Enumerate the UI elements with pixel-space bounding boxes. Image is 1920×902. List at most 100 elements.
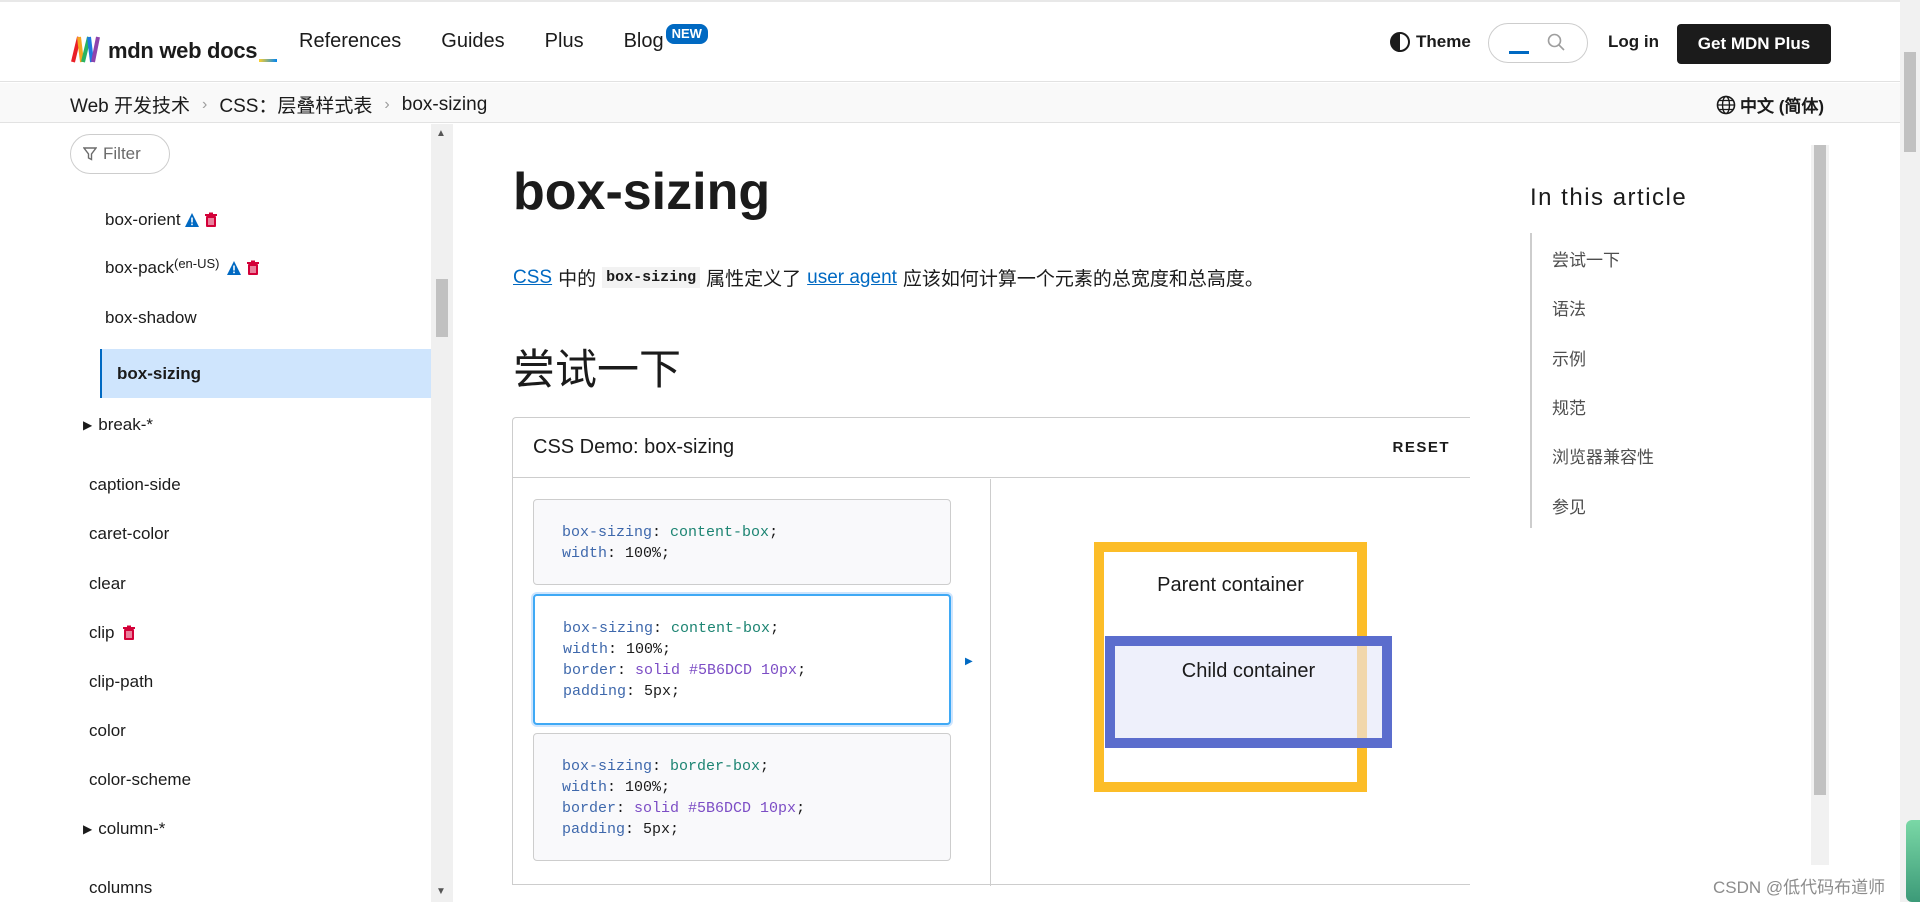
sidebar-item-caret-color[interactable]: caret-color [89,524,169,544]
code-value: 5px [644,683,672,700]
inline-code: box-sizing [602,267,701,288]
sidebar-item-break[interactable]: ▶ break-* [83,415,153,435]
nav-references[interactable]: References [299,30,401,53]
sidebar-item-caption-side[interactable]: caption-side [89,475,181,495]
code-example-selected[interactable]: box-sizing: content-box; width: 100%; bo… [533,594,951,725]
toc-item-syntax[interactable]: 语法 [1552,295,1586,320]
sidebar-item-box-shadow[interactable]: box-shadow [105,308,197,328]
toc-item-browser-compat[interactable]: 浏览器兼容性 [1552,443,1654,468]
code-value: 5px [643,821,671,838]
toc-item-see-also[interactable]: 参见 [1552,493,1586,518]
user-agent-link[interactable]: user agent [807,267,897,289]
lead-text: 应该如何计算一个元素的总宽度和总高度。 [902,269,1264,290]
code-prop: border [563,662,618,679]
sidebar-item-locale: (en-US) [173,255,220,271]
code-line: padding: 5px; [563,683,681,700]
get-mdn-plus-button[interactable]: Get MDN Plus [1677,24,1831,64]
content-scrollbar[interactable] [1811,145,1829,865]
sidebar-item-clip[interactable]: clip [89,623,137,643]
sidebar-item-label: break-* [98,415,154,434]
code-line: width: 100%; [563,641,672,658]
nav-guides[interactable]: Guides [441,30,504,53]
code-example[interactable]: box-sizing: content-box; width: 100%; [533,499,951,585]
breadcrumb-web[interactable]: Web 开发技术 [70,91,190,118]
sidebar-item-label: caret-color [89,524,170,543]
sidebar-item-columns[interactable]: columns [89,878,152,898]
scroll-down-arrow-icon[interactable]: ▼ [436,886,446,897]
code-value: 100% [625,545,662,562]
search-input[interactable] [1488,23,1588,63]
child-container-preview: Child container [1105,636,1392,748]
search-icon[interactable] [1547,33,1565,51]
sidebar-item-label: box-shadow [105,308,197,327]
code-prop: border [562,800,617,817]
sidebar-scrollbar[interactable]: ▲ ▼ [431,124,453,902]
code-value: 100% [626,641,663,658]
theme-button[interactable]: Theme [1390,32,1471,52]
globe-icon [1716,95,1736,114]
code-value: content-box [670,524,770,541]
sidebar-item-label: color-scheme [89,770,192,789]
sidebar-item-clear[interactable]: clear [89,574,126,594]
sidebar: Filter box-orient box-pack (en-US) box-s… [0,124,431,902]
css-link[interactable]: CSS [513,267,552,289]
toc-item-try-it[interactable]: 尝试一下 [1552,246,1620,271]
scroll-up-arrow-icon[interactable]: ▲ [436,128,446,139]
toc-title: In this article [1530,184,1688,211]
content-scrollbar-thumb[interactable] [1814,145,1826,795]
login-link[interactable]: Log in [1608,32,1659,52]
sidebar-item-label: clip [89,623,115,642]
page-scrollbar-thumb[interactable] [1904,52,1916,152]
side-widget[interactable] [1906,820,1920,902]
code-line: width: 100%; [562,545,671,562]
language-switcher[interactable]: 中文 (简体) [1716,92,1824,117]
main-nav: References Guides Plus Blog NEW [299,24,708,53]
sidebar-item-label: caption-side [89,475,181,494]
page-scrollbar[interactable] [1900,0,1920,902]
code-prop: padding [563,683,627,700]
code-prop: width [563,641,609,658]
code-prop: box-sizing [563,620,654,637]
parent-container-label: Parent container [1157,574,1304,596]
sidebar-item-box-pack[interactable]: box-pack (en-US) [105,255,261,278]
sidebar-item-label: clear [89,574,126,593]
code-example[interactable]: box-sizing: border-box; width: 100%; bor… [533,733,951,861]
sidebar-item-label: columns [89,878,153,897]
sidebar-item-label: box-pack [105,258,174,277]
nav-plus[interactable]: Plus [545,30,584,53]
code-line: padding: 5px; [562,821,680,838]
lead-text: 属性定义了 [706,269,802,290]
toc-item-specs[interactable]: 规范 [1552,394,1586,419]
filter-label: Filter [103,144,141,163]
trash-icon [204,212,217,227]
mdn-logo[interactable]: mdn web docs [70,28,278,64]
demo-title: CSS Demo: box-sizing [533,436,735,458]
sidebar-item-label: box-orient [105,210,181,229]
toc-item-examples[interactable]: 示例 [1552,345,1586,370]
search-cursor [1509,51,1529,54]
code-value: solid #5B6DCD 10px [635,662,798,679]
breadcrumb-current[interactable]: box-sizing [402,94,488,116]
sidebar-item-box-sizing[interactable]: box-sizing [100,349,431,398]
sidebar-item-column[interactable]: ▶ column-* [83,819,165,839]
breadcrumb-css[interactable]: CSS：层叠样式表 [219,91,372,118]
code-line: box-sizing: content-box; [563,620,780,637]
warning-icon [226,261,241,275]
theme-contrast-icon [1390,32,1410,52]
sidebar-item-clip-path[interactable]: clip-path [89,672,153,692]
breadcrumb: Web 开发技术 › CSS：层叠样式表 › box-sizing [70,91,487,118]
sidebar-filter-input[interactable]: Filter [70,134,170,174]
nav-blog[interactable]: Blog NEW [623,24,708,53]
reset-button[interactable]: RESET [1392,439,1450,456]
trash-icon [246,260,259,275]
sidebar-item-color-scheme[interactable]: color-scheme [89,770,191,790]
sidebar-item-color[interactable]: color [89,721,126,741]
code-prop: width [562,545,608,562]
new-badge: NEW [665,24,708,44]
nav-blog-label: Blog [623,30,664,52]
sidebar-scrollbar-thumb[interactable] [436,279,448,337]
sidebar-item-box-orient[interactable]: box-orient [105,210,219,230]
page-title: box-sizing [513,163,771,221]
code-line: width: 100%; [562,779,671,796]
code-prop: box-sizing [562,524,653,541]
